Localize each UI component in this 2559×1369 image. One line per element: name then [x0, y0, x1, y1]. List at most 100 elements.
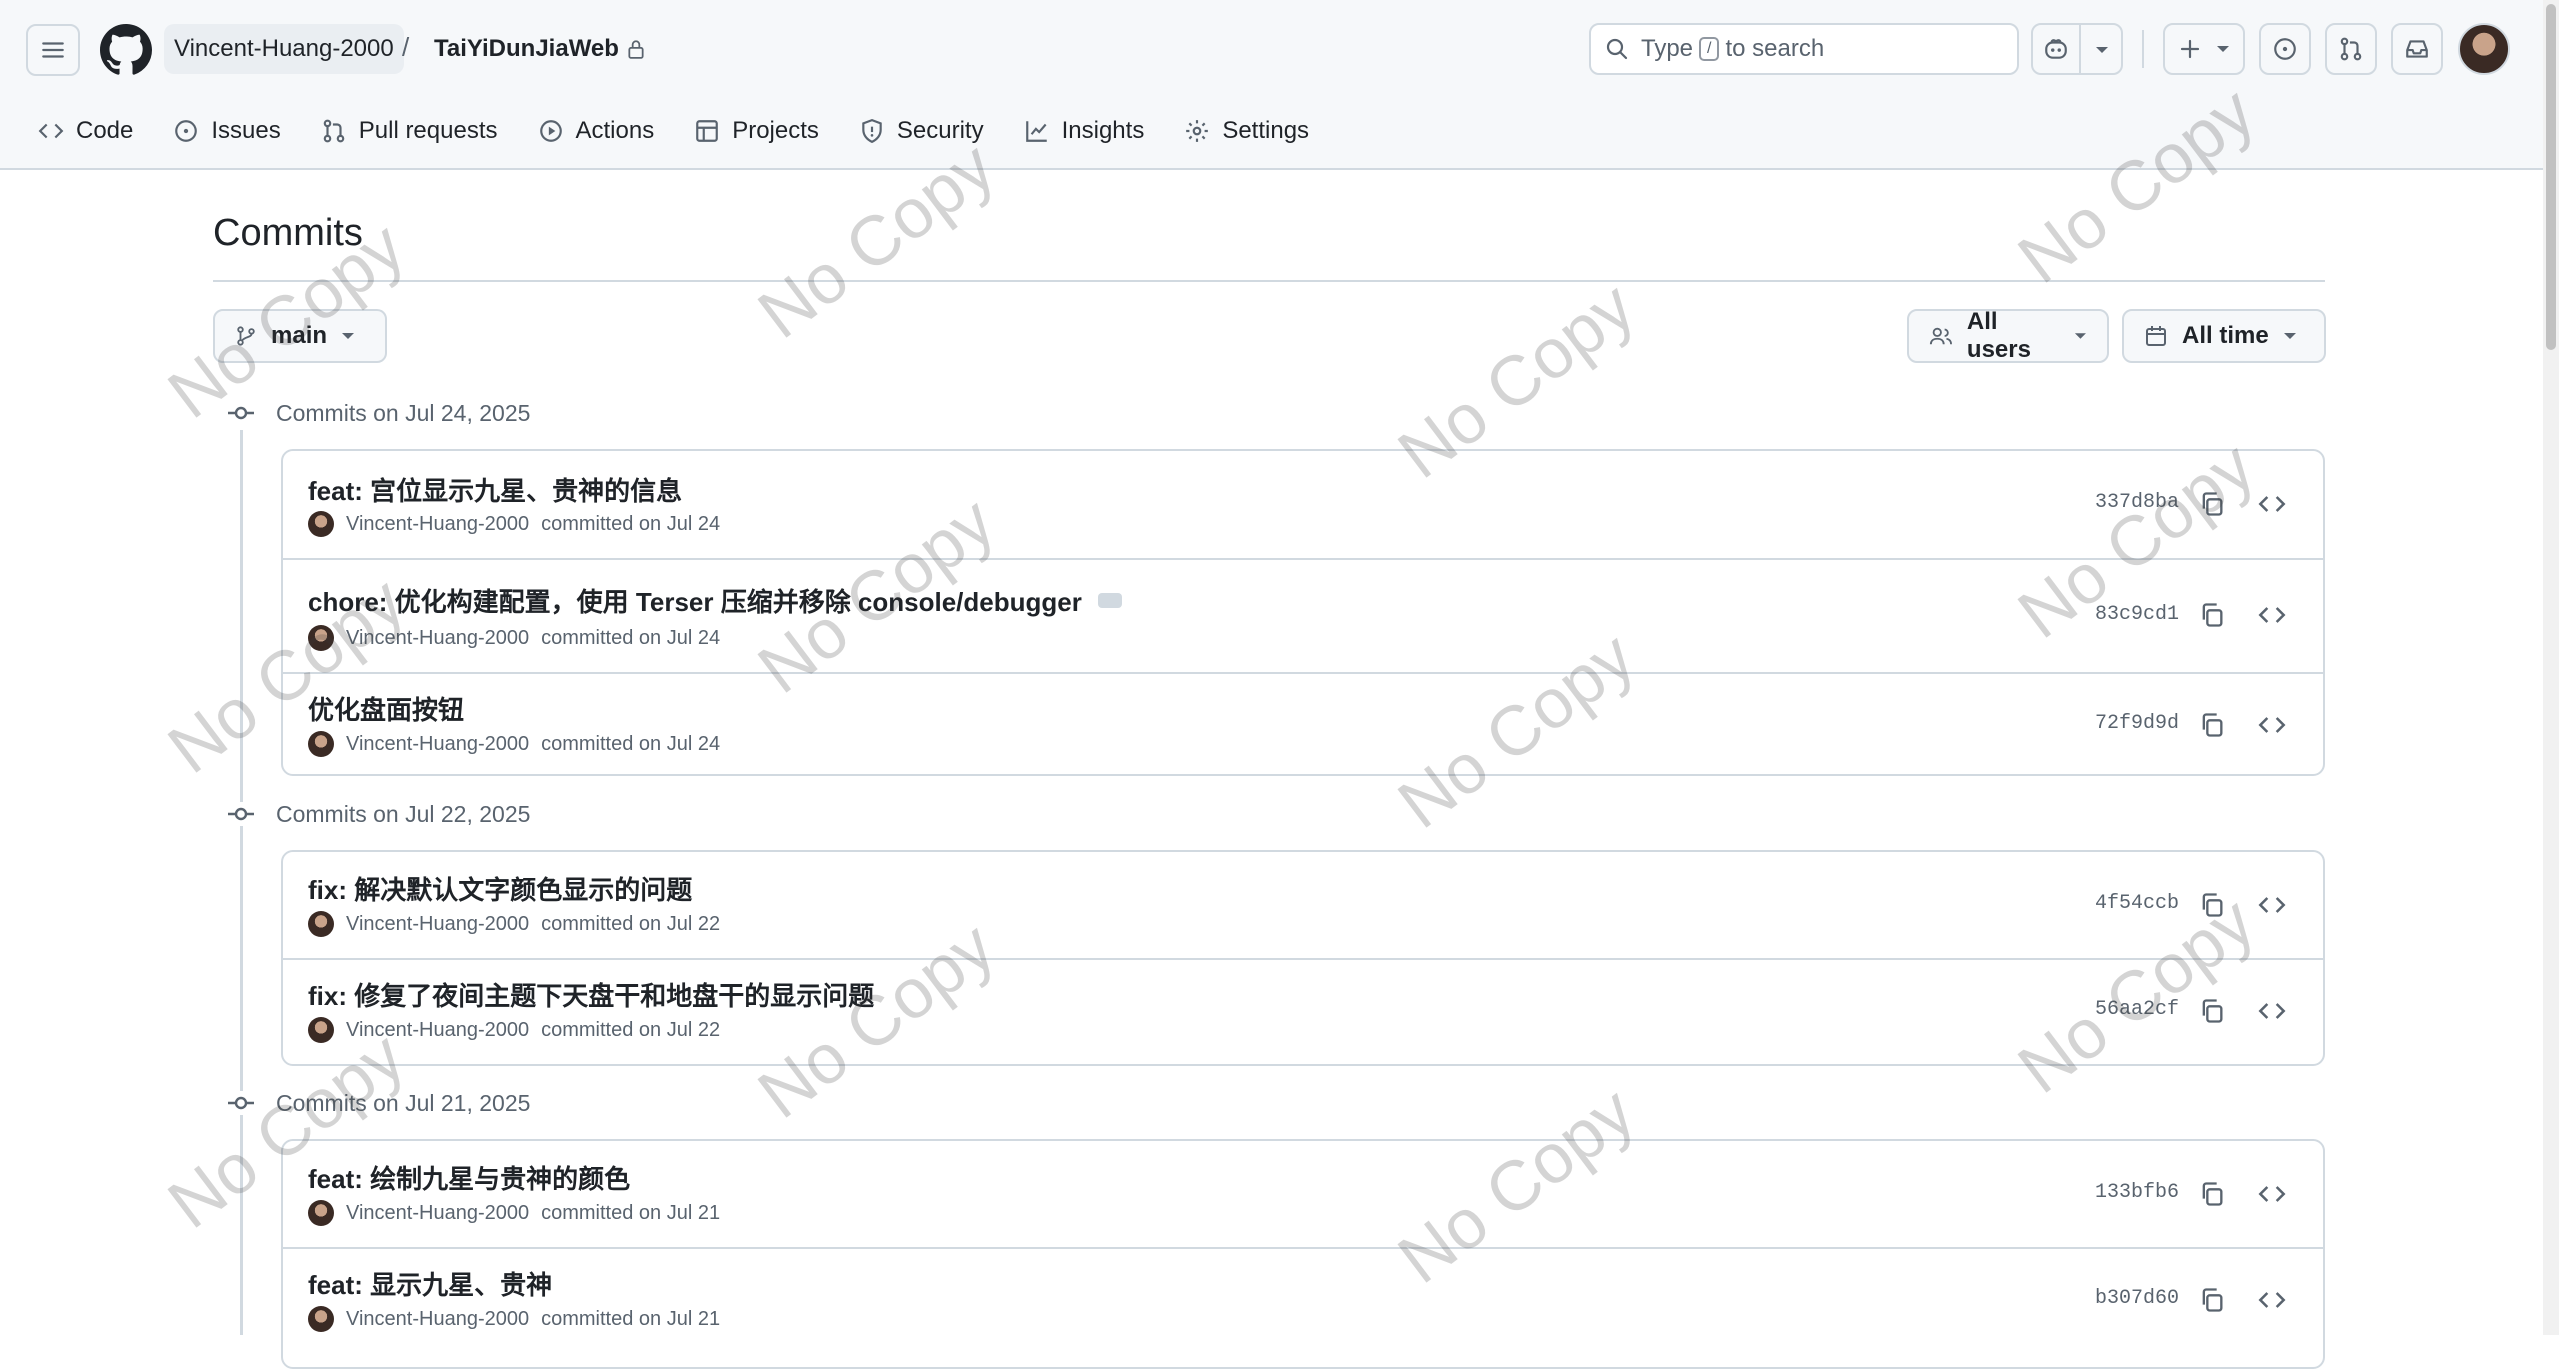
- tab-issues[interactable]: Issues: [173, 108, 281, 154]
- browse-repo-button[interactable]: [2254, 1282, 2290, 1318]
- commit-author[interactable]: Vincent-Huang-2000: [346, 733, 529, 756]
- your-issues-button[interactable]: [2259, 23, 2311, 75]
- copilot-icon: [2045, 39, 2067, 59]
- copy-sha-button[interactable]: [2194, 1282, 2230, 1318]
- copilot-button-group[interactable]: [2031, 23, 2123, 75]
- commit-author[interactable]: Vincent-Huang-2000: [346, 513, 529, 536]
- commit-date-text: committed on Jul 22: [541, 1018, 721, 1041]
- commit-message[interactable]: feat: 显示九星、贵神: [308, 1265, 552, 1302]
- repo-nav: Code Issues Pull requests Actions Projec…: [38, 108, 1349, 154]
- commit-message-text: feat: 绘制九星与贵神的颜色: [308, 1164, 631, 1194]
- repo-owner-link[interactable]: Vincent-Huang-2000: [164, 24, 404, 74]
- code-icon: [2258, 607, 2286, 623]
- chevron-down-icon: [342, 333, 355, 339]
- tab-pull-requests[interactable]: Pull requests: [321, 108, 498, 154]
- commit-message[interactable]: feat: 绘制九星与贵神的颜色: [308, 1159, 630, 1196]
- header-divider: [2142, 30, 2144, 68]
- commit-message[interactable]: 优化盘面按钮: [308, 690, 464, 727]
- copy-sha-button[interactable]: [2194, 597, 2230, 633]
- commit-message-text: fix: 解决默认文字颜色显示的问题: [308, 875, 693, 905]
- commit-row: feat: 显示九星、贵神 Vincent-Huang-2000 committ…: [283, 1249, 2323, 1355]
- author-avatar[interactable]: [308, 731, 334, 757]
- hamburger-menu-button[interactable]: [26, 24, 80, 76]
- author-avatar[interactable]: [308, 1017, 334, 1043]
- browse-repo-button[interactable]: [2254, 707, 2290, 743]
- notifications-button[interactable]: [2391, 23, 2443, 75]
- table-icon: [696, 120, 719, 142]
- copy-icon: [2202, 492, 2223, 516]
- inbox-icon: [2406, 40, 2428, 58]
- author-avatar[interactable]: [308, 1306, 334, 1332]
- commit-message-text: fix: 修复了夜间主题下天盘干和地盘干的显示问题: [308, 981, 875, 1011]
- time-filter-button[interactable]: All time: [2122, 309, 2326, 363]
- author-avatar[interactable]: [308, 1200, 334, 1226]
- tab-label: Insights: [1061, 117, 1145, 144]
- user-avatar[interactable]: [2458, 23, 2510, 75]
- commit-author[interactable]: Vincent-Huang-2000: [346, 913, 529, 936]
- tab-label: Actions: [575, 117, 655, 144]
- author-avatar[interactable]: [308, 625, 334, 651]
- commit-message[interactable]: fix: 修复了夜间主题下天盘干和地盘干的显示问题: [308, 976, 874, 1013]
- chevron-down-icon: [2075, 333, 2087, 339]
- author-avatar[interactable]: [308, 511, 334, 537]
- copy-sha-button[interactable]: [2194, 887, 2230, 923]
- github-logo-icon[interactable]: [100, 24, 152, 76]
- commit-message[interactable]: chore: 优化构建配置，使用 Terser 压缩并移除 console/de…: [308, 582, 1122, 619]
- commit-author[interactable]: Vincent-Huang-2000: [346, 1019, 529, 1042]
- commit-row: fix: 修复了夜间主题下天盘干和地盘干的显示问题 Vincent-Huang-…: [283, 960, 2323, 1066]
- commit-sha[interactable]: 83c9cd1: [2095, 603, 2179, 626]
- commit-date: Commits on Jul 22, 2025: [276, 800, 531, 827]
- browse-repo-button[interactable]: [2254, 1176, 2290, 1212]
- commit-sha[interactable]: 4f54ccb: [2095, 892, 2179, 915]
- copy-sha-button[interactable]: [2194, 993, 2230, 1029]
- commit-author[interactable]: Vincent-Huang-2000: [346, 1308, 529, 1331]
- commit-sha[interactable]: 72f9d9d: [2095, 712, 2179, 735]
- commit-message-text: 优化盘面按钮: [308, 695, 465, 725]
- commit-meta: Vincent-Huang-2000 committed on Jul 24: [308, 731, 720, 757]
- scrollbar-thumb[interactable]: [2546, 4, 2556, 350]
- commit-sha[interactable]: 133bfb6: [2095, 1181, 2179, 1204]
- users-filter-button[interactable]: All users: [1907, 308, 2109, 363]
- author-avatar[interactable]: [308, 911, 334, 937]
- copy-sha-button[interactable]: [2194, 486, 2230, 522]
- commit-sha[interactable]: 337d8ba: [2095, 491, 2179, 514]
- code-icon: [2258, 897, 2286, 913]
- browse-repo-button[interactable]: [2254, 887, 2290, 923]
- browse-repo-button[interactable]: [2254, 486, 2290, 522]
- commit-sha[interactable]: 56aa2cf: [2095, 998, 2179, 1021]
- chevron-down-icon[interactable]: [2095, 45, 2109, 55]
- tab-insights[interactable]: Insights: [1024, 108, 1145, 154]
- tab-actions[interactable]: Actions: [538, 108, 655, 154]
- users-filter-label: All users: [1966, 308, 2031, 363]
- search-input[interactable]: Type / to search: [1589, 23, 2019, 75]
- commit-message[interactable]: feat: 宫位显示九星、贵神的信息: [308, 471, 682, 508]
- commit-row: feat: 绘制九星与贵神的颜色 Vincent-Huang-2000 comm…: [283, 1141, 2323, 1249]
- tab-label: Issues: [211, 117, 281, 144]
- browse-repo-button[interactable]: [2254, 993, 2290, 1029]
- your-pull-requests-button[interactable]: [2325, 23, 2377, 75]
- tab-settings[interactable]: Settings: [1184, 108, 1309, 154]
- copy-sha-button[interactable]: [2194, 1176, 2230, 1212]
- git-commit-icon: [226, 802, 256, 826]
- commit-message[interactable]: fix: 解决默认文字颜色显示的问题: [308, 870, 692, 907]
- play-icon: [539, 120, 562, 142]
- copy-sha-button[interactable]: [2194, 707, 2230, 743]
- copilot-divider: [2079, 25, 2081, 73]
- commit-author[interactable]: Vincent-Huang-2000: [346, 1202, 529, 1225]
- commit-message-text: feat: 显示九星、贵神: [308, 1270, 553, 1300]
- tab-code[interactable]: Code: [38, 108, 133, 154]
- tab-security[interactable]: Security: [859, 108, 984, 154]
- ellipsis-expand-button[interactable]: [1097, 593, 1122, 608]
- branch-selector-button[interactable]: main: [213, 309, 387, 363]
- commit-author[interactable]: Vincent-Huang-2000: [346, 627, 529, 650]
- repo-name-link[interactable]: TaiYiDunJiaWeb: [434, 24, 645, 74]
- create-new-button[interactable]: [2163, 23, 2245, 75]
- copy-icon: [2202, 713, 2223, 737]
- copy-icon: [2202, 1288, 2223, 1312]
- commit-date: Commits on Jul 24, 2025: [276, 399, 531, 426]
- commit-list: fix: 解决默认文字颜色显示的问题 Vincent-Huang-2000 co…: [281, 850, 2325, 1066]
- tab-projects[interactable]: Projects: [694, 108, 819, 154]
- commit-row: feat: 宫位显示九星、贵神的信息 Vincent-Huang-2000 co…: [283, 451, 2323, 560]
- browse-repo-button[interactable]: [2254, 597, 2290, 633]
- commit-sha[interactable]: b307d60: [2095, 1287, 2179, 1310]
